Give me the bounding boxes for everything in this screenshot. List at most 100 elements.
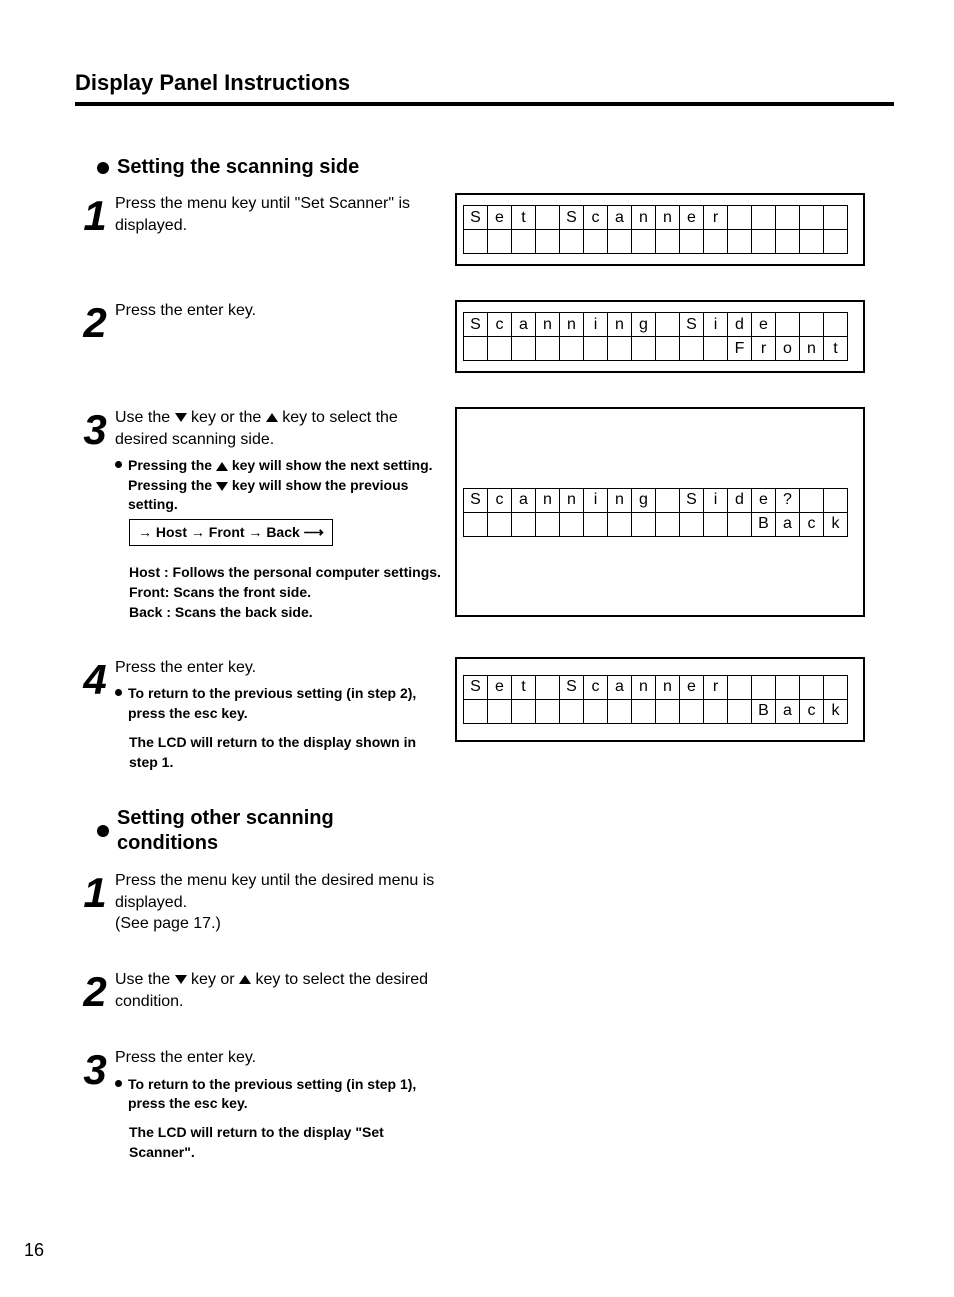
lcd-cell: [680, 337, 704, 361]
def-back: Back : Scans the back side.: [129, 602, 445, 622]
lcd-cell: [464, 512, 488, 536]
lcd-cell: n: [560, 313, 584, 337]
lcd-cell: [632, 512, 656, 536]
def-front: Front: Scans the front side.: [129, 582, 445, 602]
t: To return to the previous setting (in st…: [128, 684, 445, 723]
lcd-cell: ?: [776, 488, 800, 512]
lcd-cell: [776, 206, 800, 230]
step-sub: To return to the previous setting (in st…: [115, 684, 445, 723]
lcd-cell: [656, 230, 680, 254]
lcd-cell: e: [488, 675, 512, 699]
lcd-grid: SetScanner: [463, 205, 848, 254]
step-b3: 3 Press the enter key. To return to the …: [75, 1047, 894, 1162]
lcd-cell: [680, 699, 704, 723]
lcd-cell: [800, 230, 824, 254]
lcd-cell: [608, 230, 632, 254]
lcd-cell: [656, 488, 680, 512]
lcd-cell: [536, 206, 560, 230]
lcd-cell: [704, 512, 728, 536]
lcd-cell: d: [728, 313, 752, 337]
lcd-cell: S: [464, 313, 488, 337]
lcd-cell: S: [680, 313, 704, 337]
lcd-cell: a: [512, 313, 536, 337]
lcd-col: SetScannerBack: [455, 657, 865, 742]
triangle-up-icon: [239, 975, 251, 984]
lcd-cell: B: [752, 512, 776, 536]
lcd-cell: [752, 675, 776, 699]
lcd-display: SetScannerBack: [455, 657, 865, 742]
lcd-cell: i: [584, 313, 608, 337]
lcd-cell: e: [680, 675, 704, 699]
bullet-icon: [97, 825, 109, 837]
lcd-cell: g: [632, 488, 656, 512]
step-text-main: Press the enter key.: [115, 302, 256, 319]
section-title-a: Setting the scanning side: [97, 156, 894, 179]
lcd-cell: [704, 699, 728, 723]
step-number: 3: [75, 407, 115, 451]
lcd-cell: [536, 675, 560, 699]
lcd-cell: r: [704, 675, 728, 699]
lcd-cell: [800, 313, 824, 337]
lcd-grid: ScanningSideFront: [463, 312, 848, 361]
t: key or the: [191, 409, 266, 426]
t: Pressing the: [128, 457, 216, 473]
step-text: Press the enter key. To return to the pr…: [115, 1047, 455, 1162]
lcd-cell: F: [728, 337, 752, 361]
lcd-cell: o: [776, 337, 800, 361]
lcd-cell: [488, 699, 512, 723]
lcd-grid: ScanningSide?Back: [463, 488, 848, 537]
def-host: Host : Follows the personal computer set…: [129, 562, 445, 582]
lcd-cell: [488, 512, 512, 536]
lcd-display: ScanningSide?Back: [455, 407, 865, 617]
lcd-cell: t: [512, 206, 536, 230]
step-b1: 1 Press the menu key until the desired m…: [75, 870, 894, 935]
lcd-cell: n: [608, 313, 632, 337]
step-text: Use the key or the key to select the des…: [115, 407, 455, 623]
lcd-cell: n: [656, 675, 680, 699]
step-text-main: Press the menu key until "Set Scanner" i…: [115, 195, 410, 234]
lcd-cell: n: [608, 488, 632, 512]
lcd-cell: [584, 512, 608, 536]
step-a3: 3 Use the key or the key to select the d…: [75, 407, 894, 623]
lcd-cell: a: [608, 206, 632, 230]
lcd-cell: [728, 699, 752, 723]
lcd-cell: a: [608, 675, 632, 699]
section-title-b-text: Setting other scanning conditions: [117, 806, 377, 856]
lcd-cell: [824, 488, 848, 512]
lcd-cell: c: [800, 699, 824, 723]
step-text: Press the menu key until "Set Scanner" i…: [115, 193, 455, 236]
step-text-main: Press the enter key.: [115, 1049, 256, 1066]
triangle-up-icon: [216, 462, 228, 471]
lcd-cell: [560, 337, 584, 361]
lcd-cell: k: [824, 699, 848, 723]
lcd-cell: a: [776, 512, 800, 536]
lcd-cell: [536, 337, 560, 361]
lcd-cell: [488, 337, 512, 361]
lcd-cell: [464, 230, 488, 254]
lcd-cell: [488, 230, 512, 254]
lcd-cell: [824, 675, 848, 699]
t: Use the: [115, 409, 175, 426]
bullet-icon: [97, 162, 109, 174]
lcd-cell: [800, 206, 824, 230]
step-number: 1: [75, 870, 115, 914]
lcd-cell: [656, 512, 680, 536]
lcd-cell: n: [536, 313, 560, 337]
lcd-cell: S: [560, 675, 584, 699]
triangle-down-icon: [216, 482, 228, 491]
t: To return to the previous setting (in st…: [128, 1075, 445, 1114]
t: (See page 17.): [115, 913, 445, 935]
lcd-display: SetScanner: [455, 193, 865, 266]
lcd-cell: [728, 675, 752, 699]
lcd-cell: n: [800, 337, 824, 361]
lcd-grid: SetScannerBack: [463, 675, 848, 724]
lcd-cell: [584, 699, 608, 723]
lcd-cell: g: [632, 313, 656, 337]
header-rule: [75, 102, 894, 106]
lcd-cell: e: [752, 313, 776, 337]
lcd-cell: e: [752, 488, 776, 512]
triangle-down-icon: [175, 975, 187, 984]
lcd-cell: i: [584, 488, 608, 512]
lcd-cell: [560, 230, 584, 254]
lcd-cell: c: [488, 488, 512, 512]
